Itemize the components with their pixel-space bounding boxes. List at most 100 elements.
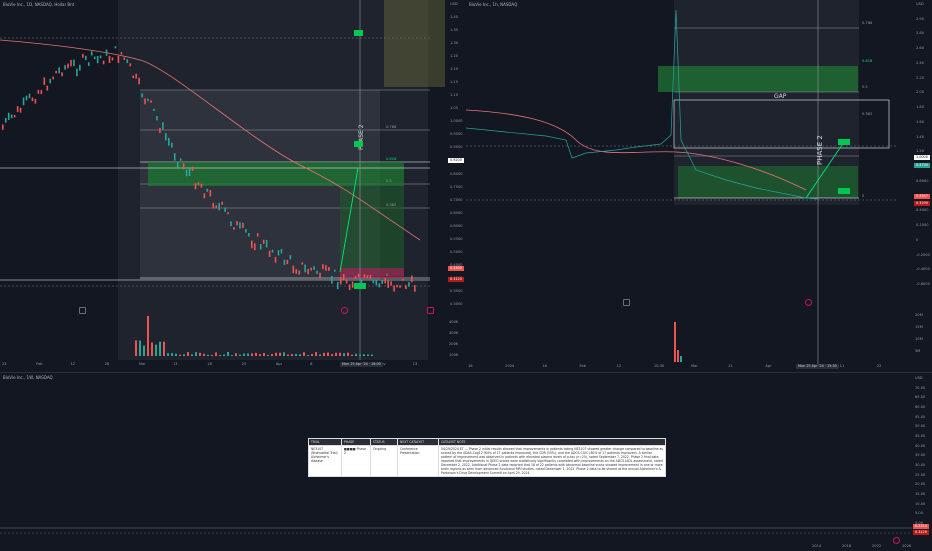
time-tick-label: 2018 [842, 544, 852, 548]
price-candle [34, 98, 37, 104]
price-candle [165, 133, 167, 141]
price-candle [25, 95, 28, 101]
bottom-price-axis[interactable]: USD 70.00 65.00 60.00 55.00 50.00 45.00 40.00 35… [913, 373, 932, 543]
fib-level-label: 0.618 [862, 59, 873, 63]
price-candle [96, 56, 99, 64]
left-price-axis[interactable]: USD 1.40 1.35 1.30 1.25 1.20 1.15 1.10 1.05 1.000… [448, 0, 465, 310]
price-tick-label: 0 [916, 237, 919, 242]
volume-bar [171, 353, 173, 356]
price-tick-label: 2.90 [916, 16, 925, 21]
volume-bar [347, 352, 349, 356]
notes-cell-status: Ongoing [370, 445, 398, 477]
time-tick-label: 16 [542, 364, 547, 368]
volume-bar [219, 354, 221, 356]
volume-bar [195, 352, 197, 356]
right-price-axis[interactable]: USD 2.90 2.80 2.60 2.40 2.20 2.00 1.80 1.60 1.40 1… [914, 0, 932, 300]
price-candle [31, 97, 34, 102]
price-candle [271, 249, 274, 253]
volume-bar [295, 353, 297, 356]
price-candle [274, 256, 277, 263]
price-candle [280, 249, 283, 254]
volume-bar [187, 352, 189, 356]
fib-level-label: 0.618 [386, 157, 397, 161]
volume-bar [279, 352, 281, 356]
volume-bar [291, 354, 293, 356]
notes-header-next-catalyst: NEXT CATALYST [397, 438, 439, 446]
price-tick-label: 15.00 [915, 492, 926, 496]
right-chart-canvas[interactable]: GAP PHASE 2 [466, 0, 912, 370]
price-tick-label: 1.10 [450, 93, 459, 98]
left-alert-icon[interactable] [341, 307, 348, 314]
volume-bar [327, 352, 329, 356]
right-phase-label: PHASE 2 [816, 135, 824, 165]
price-candle [334, 269, 336, 272]
right-date-badge: Mon 29 Apr '24 · 15:30 [796, 364, 839, 369]
price-candle [256, 233, 259, 237]
price-candle [40, 90, 43, 95]
price-tick-label: 1.35 [450, 28, 459, 33]
price-tick-label: USD [450, 2, 458, 6]
right-time-axis[interactable]: 18202416Feb1210:30Mar11Apr151122 [466, 364, 912, 370]
volume-bar [183, 354, 185, 356]
price-candle [342, 273, 345, 280]
price-candle [298, 270, 301, 275]
price-candle [265, 239, 268, 248]
price-tick-label: 1.20 [450, 67, 459, 72]
volume-bar [199, 352, 201, 356]
price-candle [4, 118, 7, 123]
price-candle [248, 233, 250, 237]
price-candle [339, 276, 342, 285]
fib-level-label: 0.5 [386, 179, 392, 183]
price-candle [37, 89, 40, 94]
price-tick-label: USD [916, 2, 924, 6]
price-candle [405, 285, 407, 290]
price-tick-label: 0.7000 [450, 197, 463, 202]
volume-bar [175, 353, 177, 356]
volume-bar [247, 353, 249, 356]
volume-bar [319, 354, 321, 356]
price-candle [375, 280, 378, 286]
left-chart-canvas[interactable]: PHASE 2 [0, 0, 445, 360]
fib-level-label: 0.382 [862, 112, 873, 116]
price-candle [129, 63, 132, 67]
price-candle [150, 100, 152, 103]
right-alert-icon[interactable] [805, 299, 812, 306]
price-candle [313, 266, 315, 270]
time-tick-label: 2022 [872, 544, 882, 548]
price-candle [268, 250, 271, 257]
notes-cell-trial: NE3107 (Bromobital Trial) Alzheimer's di… [308, 445, 342, 477]
price-candle [218, 202, 220, 211]
price-tick-label: 65.00 [915, 395, 926, 400]
price-candle [159, 127, 161, 134]
price-candle [411, 275, 413, 283]
time-tick-label: Apr [765, 364, 772, 368]
left-flag-icon[interactable] [427, 307, 434, 314]
price-tick-label: 0.8000 [450, 171, 463, 176]
right-chart-pane[interactable]: BioVie Inc., 1h, NASDAQ GAP PHASE 2 USD 2… [466, 0, 932, 370]
bottom-alert-icon[interactable] [893, 537, 900, 544]
price-candle [221, 201, 223, 205]
price-candle [224, 207, 226, 212]
volume-bar [211, 354, 213, 356]
fib-level-label: 0.5 [862, 85, 868, 89]
fib-level-label: 0.786 [386, 125, 397, 129]
left-chart-pane[interactable]: BioVie Inc., 1D, NASDAQ, Hollar Bnt PHAS… [0, 0, 465, 370]
price-candle [79, 64, 81, 71]
price-candle [325, 265, 327, 271]
price-candle [108, 55, 111, 64]
price-candle [283, 259, 286, 265]
price-candle [10, 114, 13, 119]
right-marker-top [838, 139, 850, 145]
bottom-price-badge-2: 0.3120 [913, 530, 929, 535]
price-tick-label: -0.4000 [916, 267, 930, 272]
volume-bar [135, 340, 137, 356]
price-tick-label: 60.00 [915, 405, 926, 409]
volume-bar [299, 354, 301, 356]
right-settings-icon[interactable] [623, 299, 630, 306]
price-candle [336, 282, 339, 290]
price-candle [58, 67, 60, 74]
time-tick-label: 8 [310, 362, 313, 366]
right-price-badge-1: 1.0000 [914, 155, 930, 160]
left-settings-icon[interactable] [79, 307, 86, 314]
price-candle [286, 259, 289, 265]
